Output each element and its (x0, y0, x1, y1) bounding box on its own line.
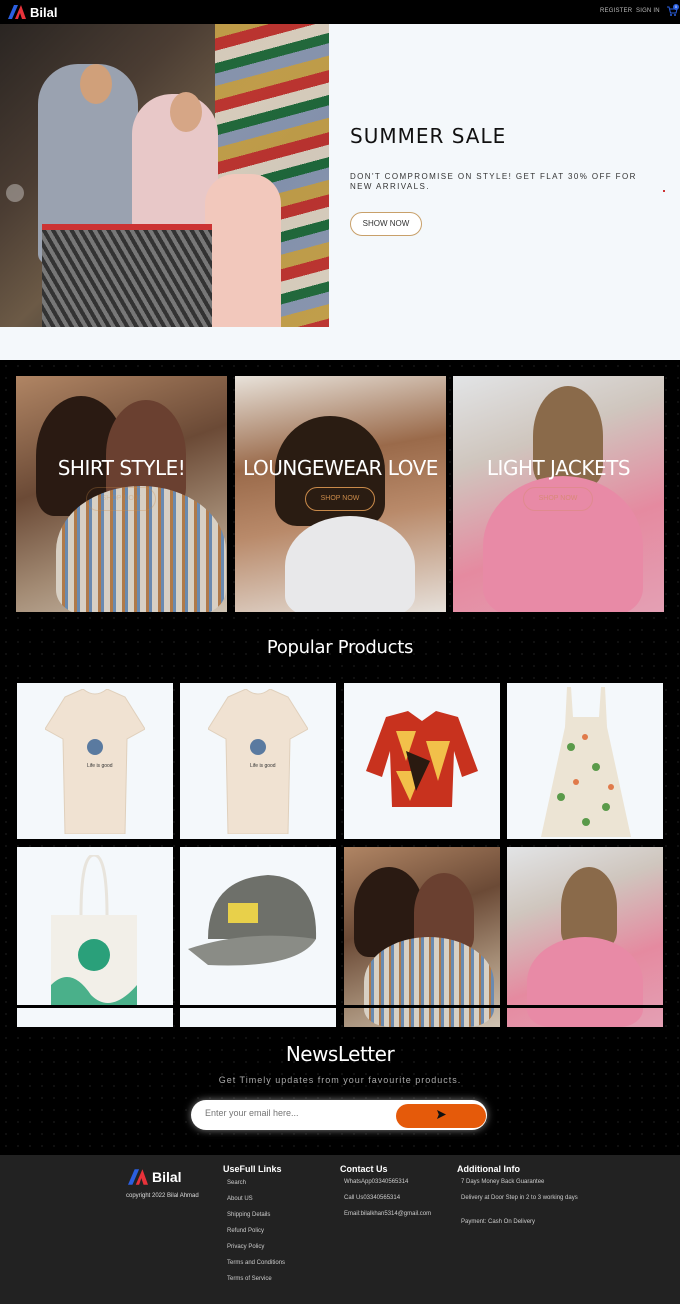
footer-logo[interactable]: Bilal (128, 1169, 182, 1185)
footer-link-search[interactable]: Search (227, 1179, 246, 1187)
floral-dress-icon (541, 687, 631, 837)
product-card[interactable] (180, 847, 336, 1027)
footer: Bilal copyright 2022 Bilal Ahmad UseFull… (0, 1155, 680, 1304)
product-card[interactable] (344, 683, 500, 839)
category-shop-button[interactable]: SHOP NOW (86, 487, 156, 511)
footer-link-shipping[interactable]: Shipping Details (227, 1211, 270, 1219)
copyright-text: copyright 2022 Bilal Ahmad (126, 1193, 199, 1199)
contact-email[interactable]: Email:bilalkhan5314@gmail.com (344, 1210, 431, 1218)
newsletter-title: NewsLetter (285, 1042, 395, 1066)
footer-link-terms-conditions[interactable]: Terms and Conditions (227, 1259, 285, 1267)
logo-icon (8, 5, 26, 19)
hero-show-now-button[interactable]: SHOW NOW (350, 212, 422, 236)
svg-text:Life is good: Life is good (87, 763, 113, 769)
category-title: LOUNGEWEAR LOVE (243, 456, 438, 480)
newsletter-email-input[interactable] (205, 1108, 385, 1118)
brand-logo[interactable]: Bilal (8, 4, 57, 20)
footer-link-privacy[interactable]: Privacy Policy (227, 1243, 264, 1251)
info-money-back: 7 Days Money Back Guarantee (461, 1179, 545, 1185)
footer-link-terms-service[interactable]: Terms of Service (227, 1275, 272, 1283)
footer-link-refund[interactable]: Refund Policy (227, 1227, 264, 1235)
product-card[interactable] (507, 683, 663, 839)
footer-link-about[interactable]: About US (227, 1195, 253, 1203)
product-card[interactable]: Life is good (17, 683, 173, 839)
contact-whatsapp[interactable]: WhatsApp03340565314 (344, 1178, 408, 1186)
send-icon (437, 1110, 446, 1119)
brand-name: Bilal (30, 4, 58, 20)
cap-icon (188, 875, 317, 966)
tote-bag-icon (51, 855, 137, 1025)
newsletter-subtitle: Get Timely updates from your favourite p… (218, 1075, 462, 1085)
contact-heading: Contact Us (340, 1164, 388, 1174)
register-link[interactable]: REGISTER (600, 8, 632, 14)
category-card-jackets[interactable]: LIGHT JACKETS SHOP NOW (453, 376, 664, 612)
carousel-prev-icon[interactable] (6, 184, 24, 202)
product-card[interactable] (344, 847, 500, 1027)
tshirt-icon: Life is good (208, 689, 308, 834)
category-shop-button[interactable]: SHOP NOW (523, 487, 593, 511)
category-card-shirt[interactable]: SHIRT STYLE! SHOP NOW (16, 376, 227, 612)
info-payment: Payment: Cash On Delivery (461, 1219, 536, 1225)
product-card[interactable] (17, 847, 173, 1027)
cart-count-badge: 0 (673, 4, 679, 10)
carousel-indicator[interactable] (663, 190, 665, 192)
hero-subtitle: DON'T COMPROMISE ON STYLE! GET FLAT 30% … (350, 172, 637, 191)
additional-info-heading: Additional Info (457, 1164, 520, 1174)
hero-title: SUMMER SALE (350, 124, 507, 148)
popular-products-title: Popular Products (266, 637, 414, 658)
info-delivery: Delivery at Door Step in 2 to 3 working … (461, 1195, 578, 1201)
category-shop-button[interactable]: SHOP NOW (305, 487, 375, 511)
hero-banner: SUMMER SALE DON'T COMPROMISE ON STYLE! G… (0, 24, 680, 360)
contact-call[interactable]: Call Us03340565314 (344, 1194, 400, 1202)
product-card[interactable]: Life is good (180, 683, 336, 839)
product-card[interactable] (507, 847, 663, 1027)
logo-icon (128, 1169, 148, 1185)
footer-brand-name: Bilal (152, 1169, 182, 1185)
navbar: Bilal REGISTER SIGN IN 0 (0, 0, 680, 24)
category-title: SHIRT STYLE! (57, 456, 186, 480)
svg-text:Life is good: Life is good (250, 763, 276, 769)
newsletter-form (191, 1100, 487, 1130)
newsletter-submit-button[interactable] (396, 1104, 486, 1128)
useful-links-heading: UseFull Links (223, 1164, 282, 1174)
hero-image (0, 24, 329, 327)
category-title: LIGHT JACKETS (486, 456, 631, 480)
signin-link[interactable]: SIGN IN (636, 8, 660, 14)
category-card-loungewear[interactable]: LOUNGEWEAR LOVE SHOP NOW (235, 376, 446, 612)
tshirt-icon: Life is good (45, 689, 145, 834)
printed-shirt-icon (366, 711, 478, 807)
